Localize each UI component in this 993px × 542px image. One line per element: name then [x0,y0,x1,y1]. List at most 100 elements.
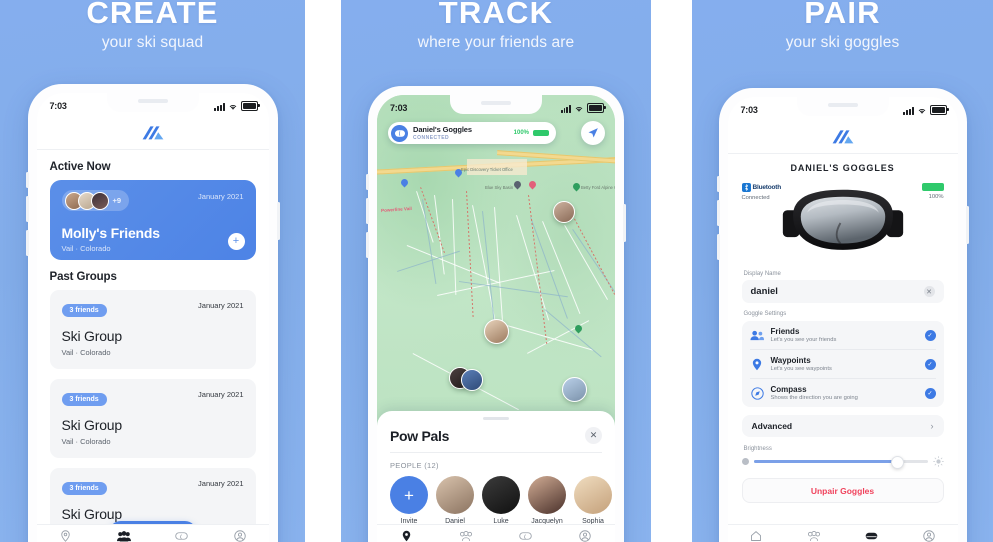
past-group-name: Ski Group [61,506,123,522]
status-icons [903,105,949,115]
tab-home[interactable]: Home [728,529,786,542]
brightness-min-icon [741,458,749,465]
battery-percent: 100% [928,194,944,200]
person-invite[interactable]: + Invite [390,476,428,525]
person-item[interactable]: Sophia [574,476,612,525]
brightness-slider-knob[interactable] [890,456,904,469]
close-icon[interactable]: ✕ [585,427,602,444]
tab-maps[interactable]: Maps [37,529,95,542]
phone-side-button [716,176,720,192]
sheet-header: Pow Pals ✕ [377,420,615,444]
chevron-right-icon: › [930,421,934,431]
setting-row-waypoints[interactable]: Waypoints Let's you see waypoints ✓ [749,350,936,379]
profile-icon [900,529,958,542]
unpair-goggles-button[interactable]: Unpair Goggles [741,478,944,503]
brightness-label: Brightness [743,446,772,452]
phone-screen-track: Epic Discovery Ticket Office Blue Sky Ba… [377,95,615,542]
profile-icon [556,529,616,542]
add-member-button[interactable]: + [227,233,245,250]
tab-groups[interactable]: Groups [95,529,153,542]
display-name-input[interactable]: daniel ✕ [741,280,944,303]
goggles-icon [496,529,556,542]
app-logo-icon [832,129,853,143]
brightness-slider-track[interactable] [753,456,928,469]
status-bar: 7:03 [728,97,958,121]
goggle-battery-block: 100% [921,183,944,200]
tab-goggles[interactable]: Goggles [153,529,211,542]
tab-maps[interactable]: Maps [377,529,437,542]
status-time: 7:03 [740,105,758,115]
groups-icon [95,529,153,542]
map-label: Epic Discovery Ticket Office [461,167,513,172]
setting-text: Waypoints Let's you see waypoints [771,356,925,372]
panel-track: TRACK where your friends are Epic Discov… [341,0,651,542]
map-label: Blue Sky Basin [485,185,514,190]
phone-side-button [366,174,369,190]
active-group-location: Vail · Colorado [61,243,111,253]
goggle-settings-label: Goggle Settings [743,311,787,317]
map-poi-pin[interactable] [573,323,584,334]
goggle-settings-screen: DANIEL'S GOGGLES Bluetooth Connected 100… [727,154,958,542]
tab-profile[interactable]: Profile [556,529,616,542]
map-friend-avatar[interactable] [553,201,575,223]
headline-block-track: TRACK where your friends are [341,0,651,52]
map-friend-avatar[interactable] [484,319,509,344]
tab-goggles[interactable]: Goggles [496,529,556,542]
subhead-pair: your ski goggles [785,34,900,51]
map-poi-pin[interactable] [571,181,582,192]
recenter-location-button[interactable] [581,121,605,145]
setting-text: Compass Shows the direction you are goin… [771,385,925,401]
person-item[interactable]: Daniel [436,476,474,525]
person-item[interactable]: Luke [482,476,520,525]
tab-groups[interactable]: Groups [785,529,843,542]
avatar [574,476,612,514]
app-logo-header [727,121,958,154]
connected-goggles-pill[interactable]: Daniel's Goggles CONNECTED 100% [388,122,556,144]
checkmark-icon[interactable]: ✓ [924,387,936,399]
member-avatar-pill: +9 [61,190,130,211]
brightness-max-sun-icon [932,456,944,467]
panel-create: CREATE your ski squad 7:03 Active Now +9… [0,0,305,542]
tab-goggles[interactable]: Goggles [843,529,901,542]
groups-icon [785,529,843,542]
past-group-name: Ski Group [61,328,123,344]
advanced-settings-row[interactable]: Advanced › [741,415,944,437]
phone-mockup-create: 7:03 Active Now +9 January 2021 Molly's … [25,84,280,542]
navigate-arrow-icon [588,128,598,138]
status-time: 7:03 [390,103,408,113]
active-group-card[interactable]: +9 January 2021 Molly's Friends Vail · C… [49,180,256,260]
wifi-icon [918,108,925,114]
tab-groups[interactable]: Groups [437,529,497,542]
map-friend-avatar[interactable] [562,377,587,402]
map-poi-pin[interactable] [512,179,523,190]
person-item[interactable]: Jacquelyn [528,476,566,525]
past-group-card[interactable]: 3 friends January 2021 Ski Group Vail · … [49,290,256,369]
display-name-label: Display Name [743,271,781,277]
checkmark-icon[interactable]: ✓ [924,358,936,370]
waypoint-pin-icon [750,357,765,372]
tab-profile[interactable]: Profile [900,529,958,542]
phone-screen-create: 7:03 Active Now +9 January 2021 Molly's … [36,93,269,542]
past-group-card[interactable]: 3 friends January 2021 Ski Group Vail · … [49,379,256,458]
map-poi-pin[interactable] [399,177,410,188]
tab-profile[interactable]: Profile [211,529,269,542]
section-title-past-groups: Past Groups [49,271,117,283]
goggles-battery-icon [533,129,549,137]
setting-row-friends[interactable]: Friends Let's you see your friends ✓ [749,321,936,350]
clear-icon[interactable]: ✕ [923,286,935,297]
map-poi-pin[interactable] [527,179,538,190]
setting-text: Friends Let's you see your friends [771,327,925,343]
checkmark-icon[interactable]: ✓ [924,329,936,341]
status-bar: 7:03 [37,93,269,117]
cellular-signal-icon [903,107,914,115]
page-title: DANIEL'S GOGGLES [790,163,895,173]
map-pin-icon [377,529,437,542]
panel-pair: PAIR your ski goggles 7:03 DANIEL'S GOGG… [692,0,993,542]
brightness-slider-row[interactable] [741,456,944,469]
setting-row-compass[interactable]: Compass Shows the direction you are goin… [750,379,936,407]
panel-gap [305,0,341,542]
map-friend-avatar[interactable] [461,369,483,391]
phone-mockup-track: Epic Discovery Ticket Office Blue Sky Ba… [366,86,626,542]
goggles-pill-text: Daniel's Goggles CONNECTED [413,125,514,141]
section-title-active-now: Active Now [49,161,111,173]
